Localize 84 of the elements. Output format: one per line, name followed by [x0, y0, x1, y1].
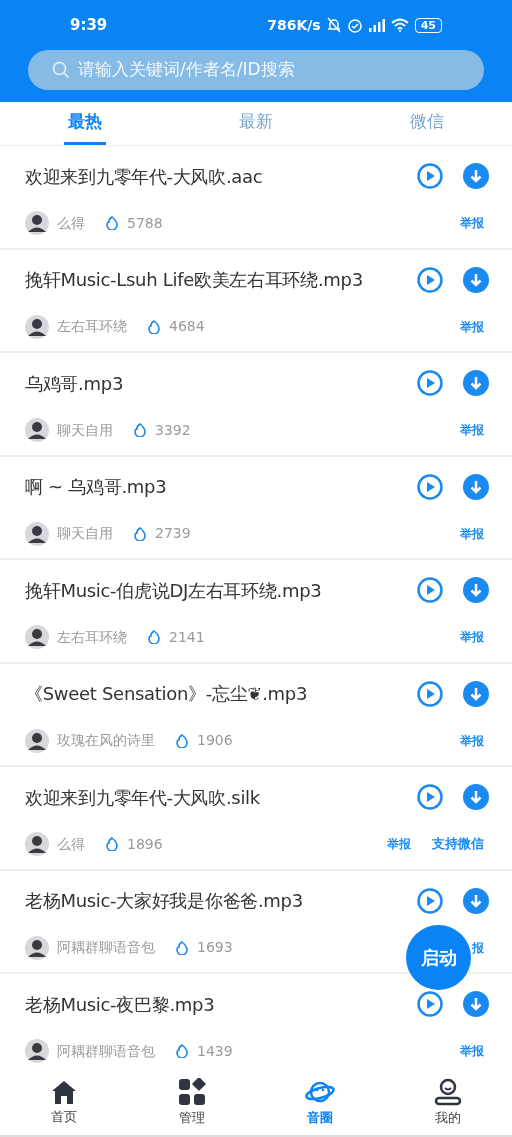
tab[interactable]: 最热: [64, 102, 107, 145]
tab[interactable]: 最新: [235, 102, 277, 145]
like-count: 2141: [169, 627, 205, 647]
report-link[interactable]: 举报: [460, 421, 484, 439]
author-name: 阿耦群聊语音包: [57, 938, 155, 957]
file-title[interactable]: 乌鸡哥.mp3: [25, 369, 124, 397]
report-link[interactable]: 举报: [460, 731, 484, 750]
status-time: 9:39: [70, 14, 108, 36]
play-icon[interactable]: [417, 163, 443, 189]
nav-tab[interactable]: 我的: [384, 1070, 512, 1135]
play-icon[interactable]: [417, 370, 443, 396]
file-title[interactable]: 挽轩Music-伯虎说DJ左右耳环绕.mp3: [25, 576, 322, 604]
avatar-icon: [25, 728, 49, 753]
avatar-icon: [25, 521, 49, 546]
like-count: 1439: [197, 1041, 233, 1061]
play-icon[interactable]: [417, 784, 443, 810]
grid-icon: [178, 1077, 206, 1106]
download-icon[interactable]: [463, 577, 489, 603]
file-title[interactable]: 欢迎来到九零年代-大风吹.aac: [25, 162, 263, 190]
play-icon[interactable]: [417, 991, 443, 1017]
author-name: 左右耳环绕: [57, 627, 127, 647]
download-icon[interactable]: [463, 680, 489, 707]
avatar-icon: [25, 832, 49, 856]
author-name: 聊天自用: [57, 524, 113, 543]
avatar-icon: [25, 211, 49, 235]
author-name: 么得: [57, 213, 85, 233]
author-name: 么得: [57, 834, 85, 854]
network-speed: 786K/s: [267, 15, 321, 35]
like-count: 2739: [155, 524, 191, 543]
report-link[interactable]: 举报: [460, 628, 484, 646]
like-count: 1693: [197, 938, 233, 957]
user-icon: [433, 1077, 463, 1106]
signal-icon: [368, 18, 385, 32]
report-link[interactable]: 举报: [460, 524, 484, 543]
battery-icon: 45: [414, 17, 442, 33]
play-icon[interactable]: [417, 266, 443, 293]
file-title[interactable]: 老杨Music-大家好我是你爸爸.mp3: [25, 887, 303, 914]
search-bar[interactable]: 请输入关键词/作者名/ID搜索: [28, 50, 484, 90]
download-icon[interactable]: [463, 370, 489, 396]
like-count: 3392: [155, 420, 191, 440]
play-icon[interactable]: [417, 473, 443, 500]
author-name: 聊天自用: [57, 420, 113, 440]
tab[interactable]: 微信: [405, 102, 448, 145]
play-icon[interactable]: [417, 680, 443, 707]
play-icon[interactable]: [417, 887, 443, 914]
avatar-icon: [25, 625, 49, 649]
file-title[interactable]: 啊 ~ 乌鸡哥.mp3: [25, 473, 167, 500]
download-icon[interactable]: [463, 887, 489, 914]
like-count: 5788: [127, 213, 163, 233]
nav-tab[interactable]: 管理: [128, 1070, 256, 1135]
nav-tab[interactable]: 音圈: [256, 1070, 384, 1135]
download-icon[interactable]: [463, 266, 489, 293]
like-count: 1896: [127, 834, 163, 854]
report-link[interactable]: 举报: [460, 214, 484, 232]
file-title[interactable]: 欢迎来到九零年代-大风吹.silk: [25, 783, 260, 811]
download-icon[interactable]: [463, 473, 489, 500]
nav-tab[interactable]: 首页: [0, 1070, 128, 1135]
play-icon[interactable]: [417, 577, 443, 603]
report-link[interactable]: 报: [472, 938, 484, 957]
file-title[interactable]: 老杨Music-夜巴黎.mp3: [25, 990, 215, 1018]
author-name: 阿耦群聊语音包: [57, 1041, 155, 1061]
file-title[interactable]: 挽轩Music-Lsuh Life欧美左右耳环绕.mp3: [25, 266, 363, 293]
avatar-icon: [25, 1039, 49, 1063]
download-icon[interactable]: [463, 163, 489, 189]
search-field[interactable]: 请输入关键词/作者名/ID搜索: [78, 57, 460, 83]
report-link[interactable]: 举报: [460, 317, 484, 336]
wechat-support-link[interactable]: 支持微信: [432, 834, 484, 854]
avatar-icon: [25, 418, 49, 442]
start-button[interactable]: 启动: [406, 925, 471, 990]
author-name: 左右耳环绕: [57, 317, 127, 336]
wifi-icon: [390, 18, 409, 32]
report-link[interactable]: 举报: [387, 835, 411, 853]
report-link[interactable]: 举报: [460, 1042, 484, 1060]
home-icon: [50, 1078, 78, 1105]
avatar-icon: [25, 314, 49, 339]
bell-off-icon: [326, 17, 341, 33]
author-name: 玫瑰在风的诗里: [57, 731, 155, 750]
like-count: 4684: [169, 317, 205, 336]
avatar-icon: [25, 935, 49, 960]
download-icon[interactable]: [463, 784, 489, 810]
file-title[interactable]: 《Sweet Sensation》-忘尘❦.mp3: [25, 680, 308, 707]
like-count: 1906: [197, 731, 233, 750]
search-icon: [52, 61, 70, 79]
download-icon[interactable]: [463, 991, 489, 1017]
